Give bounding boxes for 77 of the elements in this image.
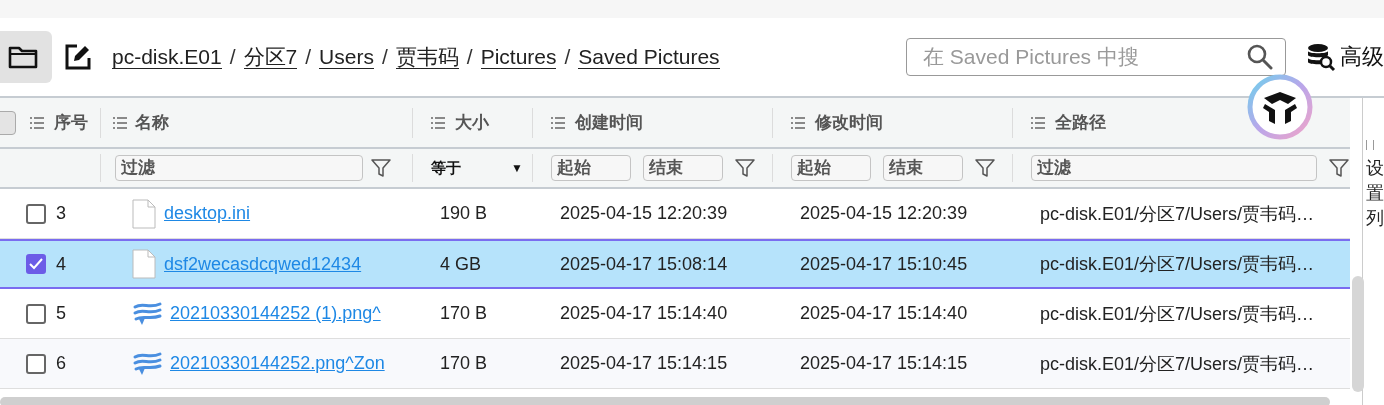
column-header[interactable]: 全路径 bbox=[1055, 111, 1106, 134]
wave-icon bbox=[132, 300, 162, 327]
row-number: 6 bbox=[56, 353, 66, 374]
resize-handle[interactable] bbox=[1366, 140, 1374, 150]
path-separator: / bbox=[229, 45, 236, 69]
file-name-link[interactable]: desktop.ini bbox=[164, 203, 251, 224]
table-cell-text: pc-disk.E01/分区7/Users/贾韦码… bbox=[1040, 253, 1315, 276]
edit-icon[interactable] bbox=[64, 43, 92, 71]
row-checkbox[interactable] bbox=[26, 254, 46, 274]
table-cell: 2025-04-17 15:10:45 bbox=[800, 253, 968, 275]
table-cell-text: pc-disk.E01/分区7/Users/贾韦码… bbox=[1040, 302, 1315, 326]
start-date-field[interactable]: 起始 bbox=[551, 155, 631, 181]
filter-icon[interactable] bbox=[1329, 158, 1349, 178]
column-header[interactable]: 名称 bbox=[135, 111, 169, 134]
path-separator: / bbox=[466, 45, 473, 69]
column-header[interactable]: 大小 bbox=[455, 111, 489, 134]
path-separator: / bbox=[564, 45, 571, 69]
table-cell: 2025-04-17 15:14:15 bbox=[560, 353, 728, 374]
breadcrumb-link[interactable]: Users bbox=[319, 44, 374, 70]
database-search-icon bbox=[1306, 42, 1336, 72]
breadcrumb-link[interactable]: 贾韦码 bbox=[395, 44, 459, 70]
wave-icon bbox=[132, 350, 162, 377]
row-number: 4 bbox=[56, 253, 66, 275]
row-number: 5 bbox=[56, 303, 66, 324]
table-cell: 2025-04-17 15:08:14 bbox=[560, 253, 728, 275]
column-menu-icon[interactable] bbox=[113, 116, 127, 129]
column-header[interactable]: 修改时间 bbox=[815, 111, 883, 134]
path-separator: / bbox=[381, 45, 388, 69]
row-checkbox[interactable] bbox=[26, 353, 46, 374]
column-header[interactable]: 序号 bbox=[54, 111, 88, 134]
table-cell: 2025-04-15 12:20:39 bbox=[800, 203, 968, 224]
folder-icon bbox=[8, 45, 38, 69]
column-menu-icon[interactable] bbox=[1031, 116, 1045, 129]
file-icon bbox=[132, 249, 156, 279]
column-menu-icon[interactable] bbox=[791, 116, 805, 129]
end-date-field[interactable]: 结束 bbox=[883, 155, 963, 181]
breadcrumb-link[interactable]: 分区7 bbox=[243, 44, 298, 70]
path-separator: / bbox=[305, 45, 312, 69]
folder-button[interactable] bbox=[0, 31, 52, 83]
column-menu-icon[interactable] bbox=[30, 116, 44, 129]
column-menu-icon[interactable] bbox=[431, 116, 445, 129]
breadcrumb-link[interactable]: Pictures bbox=[480, 44, 557, 70]
filter-icon[interactable] bbox=[371, 158, 391, 178]
side-panel-label[interactable]: 设置列 bbox=[1366, 156, 1384, 232]
table-cell-text: pc-disk.E01/分区7/Users/贾韦码… bbox=[1040, 202, 1315, 226]
filter-icon[interactable] bbox=[735, 158, 755, 178]
filter-field[interactable]: 过滤 bbox=[115, 155, 363, 181]
breadcrumb-link[interactable]: pc-disk.E01 bbox=[112, 44, 222, 70]
filter-icon[interactable] bbox=[975, 158, 995, 178]
table-cell: 170 B bbox=[440, 303, 488, 324]
table-cell: 2025-04-17 15:14:40 bbox=[800, 303, 968, 324]
table-cell: 4 GB bbox=[440, 253, 482, 275]
table-cell-text: pc-disk.E01/分区7/Users/贾韦码… bbox=[1040, 352, 1315, 376]
search-field[interactable]: 在 Saved Pictures 中搜 bbox=[906, 38, 1286, 76]
table-cell: 2025-04-17 15:14:15 bbox=[800, 353, 968, 374]
horizontal-scrollbar[interactable] bbox=[0, 397, 1330, 405]
table-cell: 170 B bbox=[440, 353, 488, 374]
table-row[interactable]: 6 20210330144252.png^Zon 170 B 2025-04-17 15:14:15 2025-04-17 15:14:15 pc-disk.E01/分区7/Users/贾韦码… bbox=[0, 339, 1350, 389]
size-operator-dropdown[interactable]: 等于 ▼ bbox=[431, 158, 523, 178]
file-icon bbox=[132, 198, 156, 229]
vertical-scrollbar[interactable] bbox=[1352, 276, 1364, 392]
table-cell: 190 B bbox=[440, 203, 488, 224]
row-checkbox[interactable] bbox=[26, 203, 46, 224]
end-date-field[interactable]: 结束 bbox=[643, 155, 723, 181]
column-menu-icon[interactable] bbox=[551, 116, 565, 129]
table-cell: 2025-04-17 15:14:40 bbox=[560, 303, 728, 324]
start-date-field[interactable]: 起始 bbox=[791, 155, 871, 181]
filter-field[interactable]: 过滤 bbox=[1031, 155, 1317, 181]
search-icon bbox=[1246, 43, 1274, 71]
breadcrumb-link[interactable]: Saved Pictures bbox=[578, 44, 720, 70]
advanced-search-button[interactable]: 高级 bbox=[1306, 42, 1384, 72]
table-cell: 2025-04-15 12:20:39 bbox=[560, 203, 728, 224]
table-row[interactable]: 4 dsf2wecasdcqwed12434 4 GB 2025-04-17 15:08:14 2025-04-17 15:10:45 pc-disk.E01/分区7/Users/贾韦码… bbox=[0, 239, 1350, 289]
file-name-link[interactable]: 20210330144252 (1).png^ bbox=[170, 303, 381, 324]
row-number: 3 bbox=[56, 203, 66, 224]
row-checkbox[interactable] bbox=[26, 303, 46, 324]
column-header[interactable]: 创建时间 bbox=[575, 111, 643, 134]
